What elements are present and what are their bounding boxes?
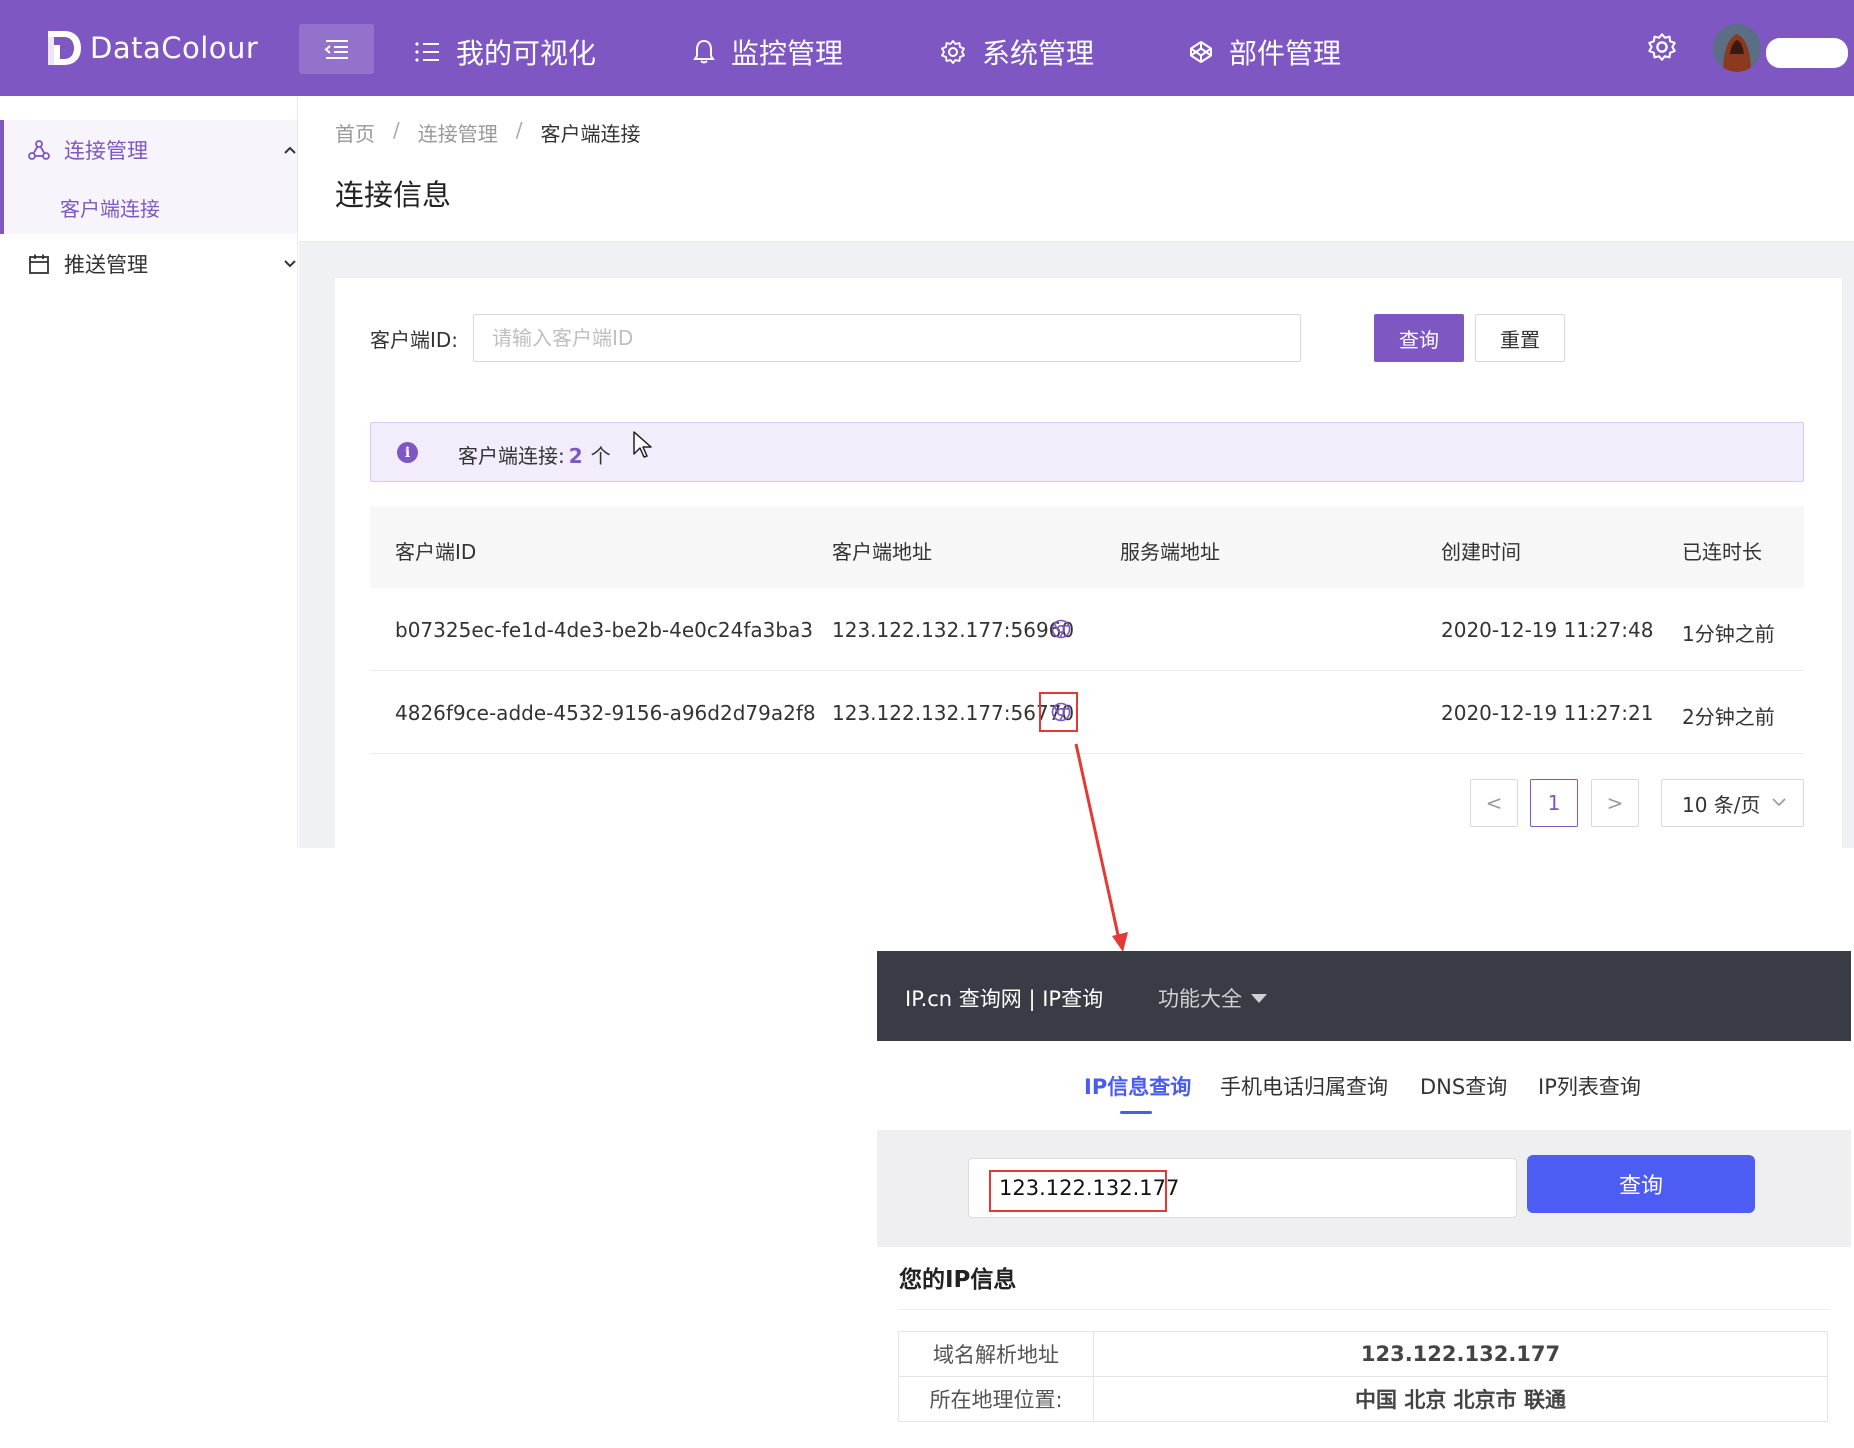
list-icon [415, 42, 439, 62]
mouse-cursor-icon [633, 431, 652, 458]
active-tab-indicator [1120, 1111, 1152, 1114]
ip-lookup-panel: IP.cn 查询网 | IP查询 功能大全 IP信息查询 手机电话归属查询 DN… [877, 951, 1851, 1448]
nav-my-visualization[interactable]: 我的可视化 [414, 30, 596, 74]
ip-search-input[interactable] [968, 1158, 1517, 1218]
column-header-client-id: 客户端ID [395, 540, 477, 564]
info-icon: i [397, 442, 418, 463]
sidebar-item-client-connection[interactable]: 客户端连接 [60, 187, 160, 227]
nav-my-visualization-label: 我的可视化 [456, 37, 597, 70]
column-header-created: 创建时间 [1441, 540, 1521, 564]
sidebar-item-push[interactable]: 推送管理 [28, 244, 296, 284]
chevron-down-icon [1772, 798, 1786, 807]
alert-label: 客户端连接: [458, 444, 565, 468]
sidebar-item-client-connection-label: 客户端连接 [60, 196, 160, 221]
ip-query-button[interactable]: 查询 [1527, 1155, 1755, 1213]
caret-down-icon [1251, 993, 1267, 1003]
pagination-prev-button[interactable]: < [1470, 779, 1518, 827]
sidebar-item-push-label: 推送管理 [64, 253, 148, 277]
reset-button[interactable]: 重置 [1475, 314, 1565, 362]
ip-info-value: 中国 北京 北京市 联通 [1093, 1376, 1828, 1422]
connection-count-alert: i 客户端连接: 2 个 [370, 422, 1804, 482]
tab-ip-list[interactable]: IP列表查询 [1538, 1071, 1641, 1101]
breadcrumb-home[interactable]: 首页 [335, 118, 375, 147]
alert-unit: 个 [590, 444, 611, 468]
browser-link-icon[interactable] [1050, 618, 1072, 640]
chevron-up-icon [284, 146, 296, 154]
alert-text: 客户端连接: 2 个 [458, 440, 611, 469]
client-id-label: 客户端ID: [370, 328, 459, 352]
cell-created: 2020-12-19 11:27:48 [1441, 618, 1654, 642]
nav-widget-label: 部件管理 [1229, 37, 1342, 70]
ip-site-header: IP.cn 查询网 | IP查询 功能大全 [877, 951, 1851, 1041]
cell-duration: 1分钟之前 [1682, 622, 1775, 646]
divider [899, 1309, 1829, 1310]
query-button[interactable]: 查询 [1374, 314, 1464, 362]
column-header-server-address: 服务端地址 [1120, 540, 1220, 564]
cell-client-id: 4826f9ce-adde-4532-9156-a96d2d79a2f8 [395, 701, 816, 725]
nav-widget[interactable]: 部件管理 [1189, 30, 1341, 74]
ip-tabs: IP信息查询 手机电话归属查询 DNS查询 IP列表查询 [877, 1041, 1851, 1131]
settings-gear-icon[interactable] [1647, 32, 1677, 62]
codepen-icon [1190, 41, 1212, 63]
ip-info-value: 123.122.132.177 [1093, 1331, 1828, 1377]
cluster-icon [28, 140, 50, 160]
nav-monitor[interactable]: 监控管理 [693, 30, 843, 74]
menu-fold-icon [323, 40, 348, 59]
cell-created: 2020-12-19 11:27:21 [1441, 701, 1654, 725]
page-size-value: 10 条/页 [1682, 792, 1761, 817]
page-size-select[interactable]: 10 条/页 [1661, 779, 1804, 827]
ip-function-menu-label: 功能大全 [1158, 987, 1242, 1011]
nav-monitor-label: 监控管理 [731, 37, 844, 70]
table-header: 客户端ID 客户端地址 服务端地址 创建时间 已连时长 [370, 506, 1804, 588]
calendar-icon [29, 254, 49, 274]
breadcrumb-separator: / [393, 118, 400, 142]
tab-ip-info[interactable]: IP信息查询 [1084, 1071, 1191, 1101]
breadcrumb-connection[interactable]: 连接管理 [418, 118, 498, 147]
alert-count: 2 [568, 444, 583, 468]
bell-icon [693, 39, 715, 64]
cell-client-address: 123.122.132.177:56960 [832, 618, 1075, 642]
cell-duration: 2分钟之前 [1682, 705, 1775, 729]
content-header: 首页 / 连接管理 / 客户端连接 连接信息 [299, 96, 1854, 242]
top-navbar: DataColour 我的可视化 监控管理 系统管理 部件管理 [0, 0, 1854, 96]
cell-client-id: b07325ec-fe1d-4de3-be2b-4e0c24fa3ba3 [395, 618, 814, 642]
logo-mark-icon [48, 31, 81, 65]
sidebar-item-connection-label: 连接管理 [64, 139, 148, 163]
column-header-client-address: 客户端地址 [832, 540, 932, 564]
tab-dns[interactable]: DNS查询 [1420, 1071, 1507, 1101]
nav-system[interactable]: 系统管理 [940, 30, 1094, 74]
ip-site-brand[interactable]: IP.cn 查询网 | IP查询 [905, 983, 1103, 1013]
pagination-next-button[interactable]: > [1591, 779, 1639, 827]
chevron-down-icon [284, 260, 296, 268]
ip-info-key: 所在地理位置: [898, 1376, 1094, 1422]
menu-fold-button[interactable] [299, 24, 374, 74]
breadcrumb: 首页 / 连接管理 / 客户端连接 [335, 118, 641, 147]
ip-info-key: 域名解析地址 [898, 1331, 1094, 1377]
breadcrumb-current: 客户端连接 [540, 122, 641, 146]
username-redacted[interactable] [1766, 38, 1848, 68]
column-header-duration: 已连时长 [1682, 540, 1762, 564]
gear-icon [941, 40, 965, 64]
ip-search-area: 查询 [877, 1131, 1851, 1247]
nav-system-label: 系统管理 [982, 37, 1095, 70]
logo[interactable]: DataColour [44, 26, 258, 70]
ip-function-menu[interactable]: 功能大全 [1158, 983, 1267, 1013]
client-id-input[interactable] [473, 314, 1301, 362]
annotation-arrow [1074, 743, 1128, 952]
pagination-page-1[interactable]: 1 [1530, 779, 1578, 827]
cell-client-address: 123.122.132.177:56770 [832, 701, 1075, 725]
ip-info-title: 您的IP信息 [899, 1267, 1017, 1293]
table-row: 所在地理位置: 中国 北京 北京市 联通 [898, 1376, 1828, 1422]
user-avatar[interactable] [1713, 24, 1761, 72]
page-title: 连接信息 [335, 178, 452, 212]
breadcrumb-separator: / [515, 118, 523, 142]
tab-phone-lookup[interactable]: 手机电话归属查询 [1220, 1071, 1388, 1101]
sidebar-item-connection[interactable]: 连接管理 [28, 130, 296, 170]
highlight-box-browser-icon [1039, 692, 1078, 732]
ip-info-table: 域名解析地址 123.122.132.177 所在地理位置: 中国 北京 北京市… [898, 1331, 1828, 1422]
logo-text: DataColour [90, 31, 259, 65]
table-row: b07325ec-fe1d-4de3-be2b-4e0c24fa3ba3 123… [370, 588, 1804, 671]
table-row: 域名解析地址 123.122.132.177 [898, 1331, 1828, 1377]
